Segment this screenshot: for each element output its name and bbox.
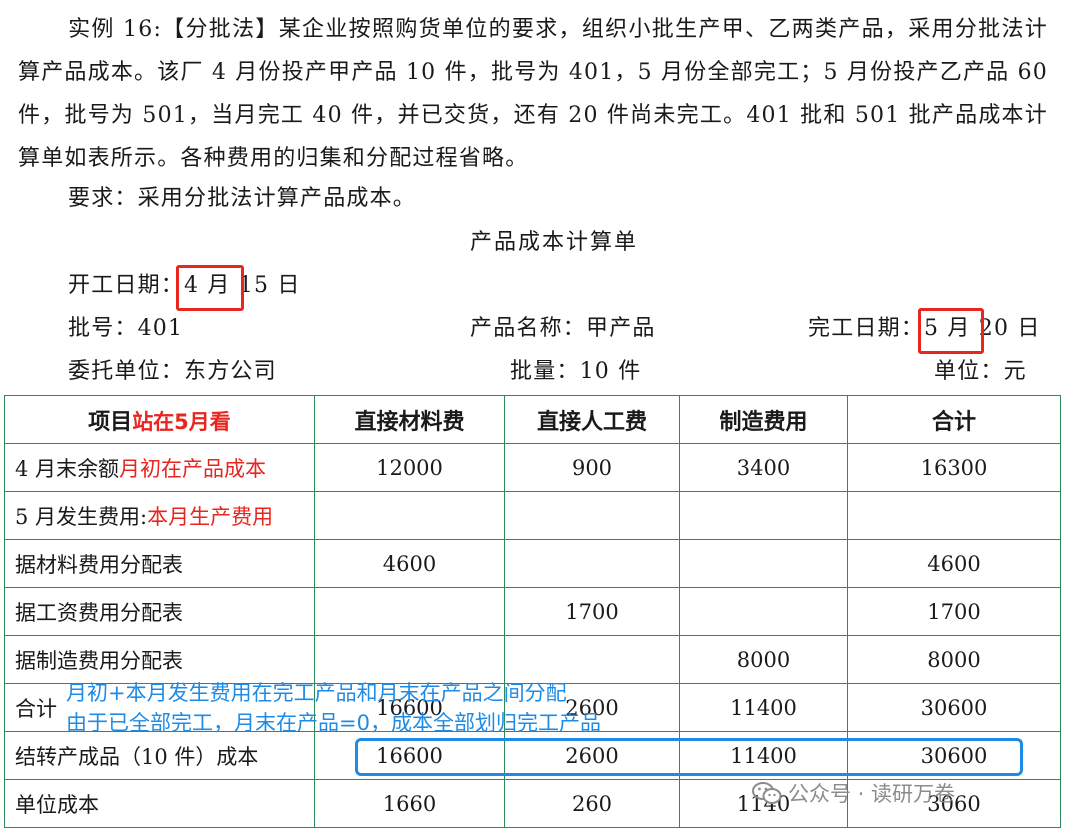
sheet-title: 产品成本计算单 <box>470 230 639 255</box>
header-item: 项目站在5月看 <box>4 395 315 444</box>
cell: 11400 <box>679 683 848 732</box>
start-month-highlight <box>176 265 244 311</box>
table-row: 4 月末余额月初在产品成本 12000 900 3400 16300 <box>4 443 1061 492</box>
row-label: 5 月发生费用: <box>15 504 148 529</box>
cell: 30600 <box>847 683 1061 732</box>
wechat-icon <box>752 781 782 805</box>
product-name: 产品名称：甲产品 <box>470 316 656 341</box>
cell: 12000 <box>314 443 505 492</box>
blue-annotation-line-2: 由于已全部完工，月末在产品=0，成本全部划归完工产品 <box>66 711 601 735</box>
row-note: 月初在产品成本 <box>119 456 267 481</box>
row-label: 单位成本 <box>4 779 315 828</box>
requirement-text: 要求：采用分批法计算产品成本。 <box>68 186 417 211</box>
cell: 1700 <box>847 587 1061 636</box>
cell: 260 <box>504 779 680 828</box>
problem-text: 实例 16:【分批法】某企业按照购货单位的要求，组织小批生产甲、乙两类产品，采用… <box>18 17 1048 171</box>
finish-month-highlight <box>918 308 984 354</box>
cell <box>679 587 848 636</box>
client: 委托单位：东方公司 <box>68 359 277 384</box>
header-overhead: 制造费用 <box>679 395 848 444</box>
batch-number: 批号：401 <box>68 316 184 341</box>
cell <box>847 491 1061 540</box>
cell: 3400 <box>679 443 848 492</box>
header-total: 合计 <box>847 395 1061 444</box>
watermark: 公众号 · 读研万卷 <box>752 778 955 808</box>
row-label: 4 月末余额 <box>15 456 120 481</box>
cell: 16300 <box>847 443 1061 492</box>
watermark-text: 公众号 · 读研万卷 <box>788 782 956 806</box>
cell: 8000 <box>847 635 1061 684</box>
problem-statement: 实例 16:【分批法】某企业按照购货单位的要求，组织小批生产甲、乙两类产品，采用… <box>18 8 1048 180</box>
row-label: 据材料费用分配表 <box>4 539 315 588</box>
cell <box>504 491 680 540</box>
header-note: 站在5月看 <box>132 409 231 434</box>
table-row: 据材料费用分配表 4600 4600 <box>4 539 1061 588</box>
cell: 4600 <box>314 539 505 588</box>
cell: 900 <box>504 443 680 492</box>
blue-annotation-line-1: 月初+本月发生费用在完工产品和月末在产品之间分配 <box>66 681 567 705</box>
currency-unit: 单位：元 <box>934 359 1027 384</box>
batch-quantity: 批量：10 件 <box>510 359 642 384</box>
cell: 8000 <box>679 635 848 684</box>
table-header-row: 项目站在5月看 直接材料费 直接人工费 制造费用 合计 <box>4 395 1061 444</box>
cell <box>679 491 848 540</box>
row-note: 本月生产费用 <box>147 504 274 529</box>
header-labor: 直接人工费 <box>504 395 680 444</box>
cell <box>314 491 505 540</box>
row-label: 结转产成品（10 件）成本 <box>4 731 315 780</box>
cell <box>679 539 848 588</box>
transfer-row-highlight <box>355 738 1023 776</box>
table-row: 5 月发生费用:本月生产费用 <box>4 491 1061 540</box>
cell <box>504 539 680 588</box>
header-material: 直接材料费 <box>314 395 505 444</box>
row-label: 据工资费用分配表 <box>4 587 315 636</box>
cell <box>314 587 505 636</box>
table-row: 据工资费用分配表 1700 1700 <box>4 587 1061 636</box>
cell: 1660 <box>314 779 505 828</box>
cell: 1700 <box>504 587 680 636</box>
cell: 4600 <box>847 539 1061 588</box>
